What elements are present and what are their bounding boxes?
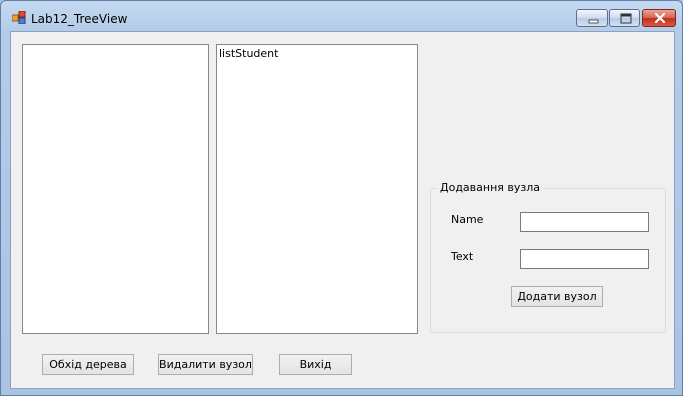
text-input[interactable] [520, 249, 649, 269]
text-label: Text [451, 250, 474, 263]
minimize-icon [588, 19, 599, 24]
student-listbox[interactable]: listStudent [216, 44, 418, 334]
maximize-icon [620, 13, 632, 24]
name-label: Name [451, 213, 484, 226]
window-title: Lab12_TreeView [31, 12, 128, 26]
tree-listbox[interactable] [22, 44, 209, 334]
groupbox-legend: Додавання вузла [437, 181, 544, 194]
app-window: Lab12_TreeView listStudent Додавання вуз… [0, 0, 683, 396]
list-item[interactable]: listStudent [219, 47, 278, 60]
add-node-groupbox: Додавання вузла Name Text Додати вузол [430, 181, 666, 333]
name-input[interactable] [520, 212, 649, 232]
form-client-area: listStudent Додавання вузла Name Text До… [10, 31, 675, 389]
add-node-button[interactable]: Додати вузол [511, 286, 603, 307]
window-bottom-border [1, 389, 682, 395]
traverse-tree-button[interactable]: Обхід дерева [42, 354, 134, 375]
close-button[interactable] [642, 9, 676, 27]
exit-button[interactable]: Вихід [279, 354, 352, 375]
maximize-button[interactable] [609, 9, 640, 27]
delete-node-button[interactable]: Видалити вузол [158, 354, 253, 375]
close-icon [654, 12, 666, 24]
title-bar[interactable]: Lab12_TreeView [1, 1, 682, 31]
app-icon [11, 10, 26, 25]
minimize-button[interactable] [576, 9, 608, 27]
